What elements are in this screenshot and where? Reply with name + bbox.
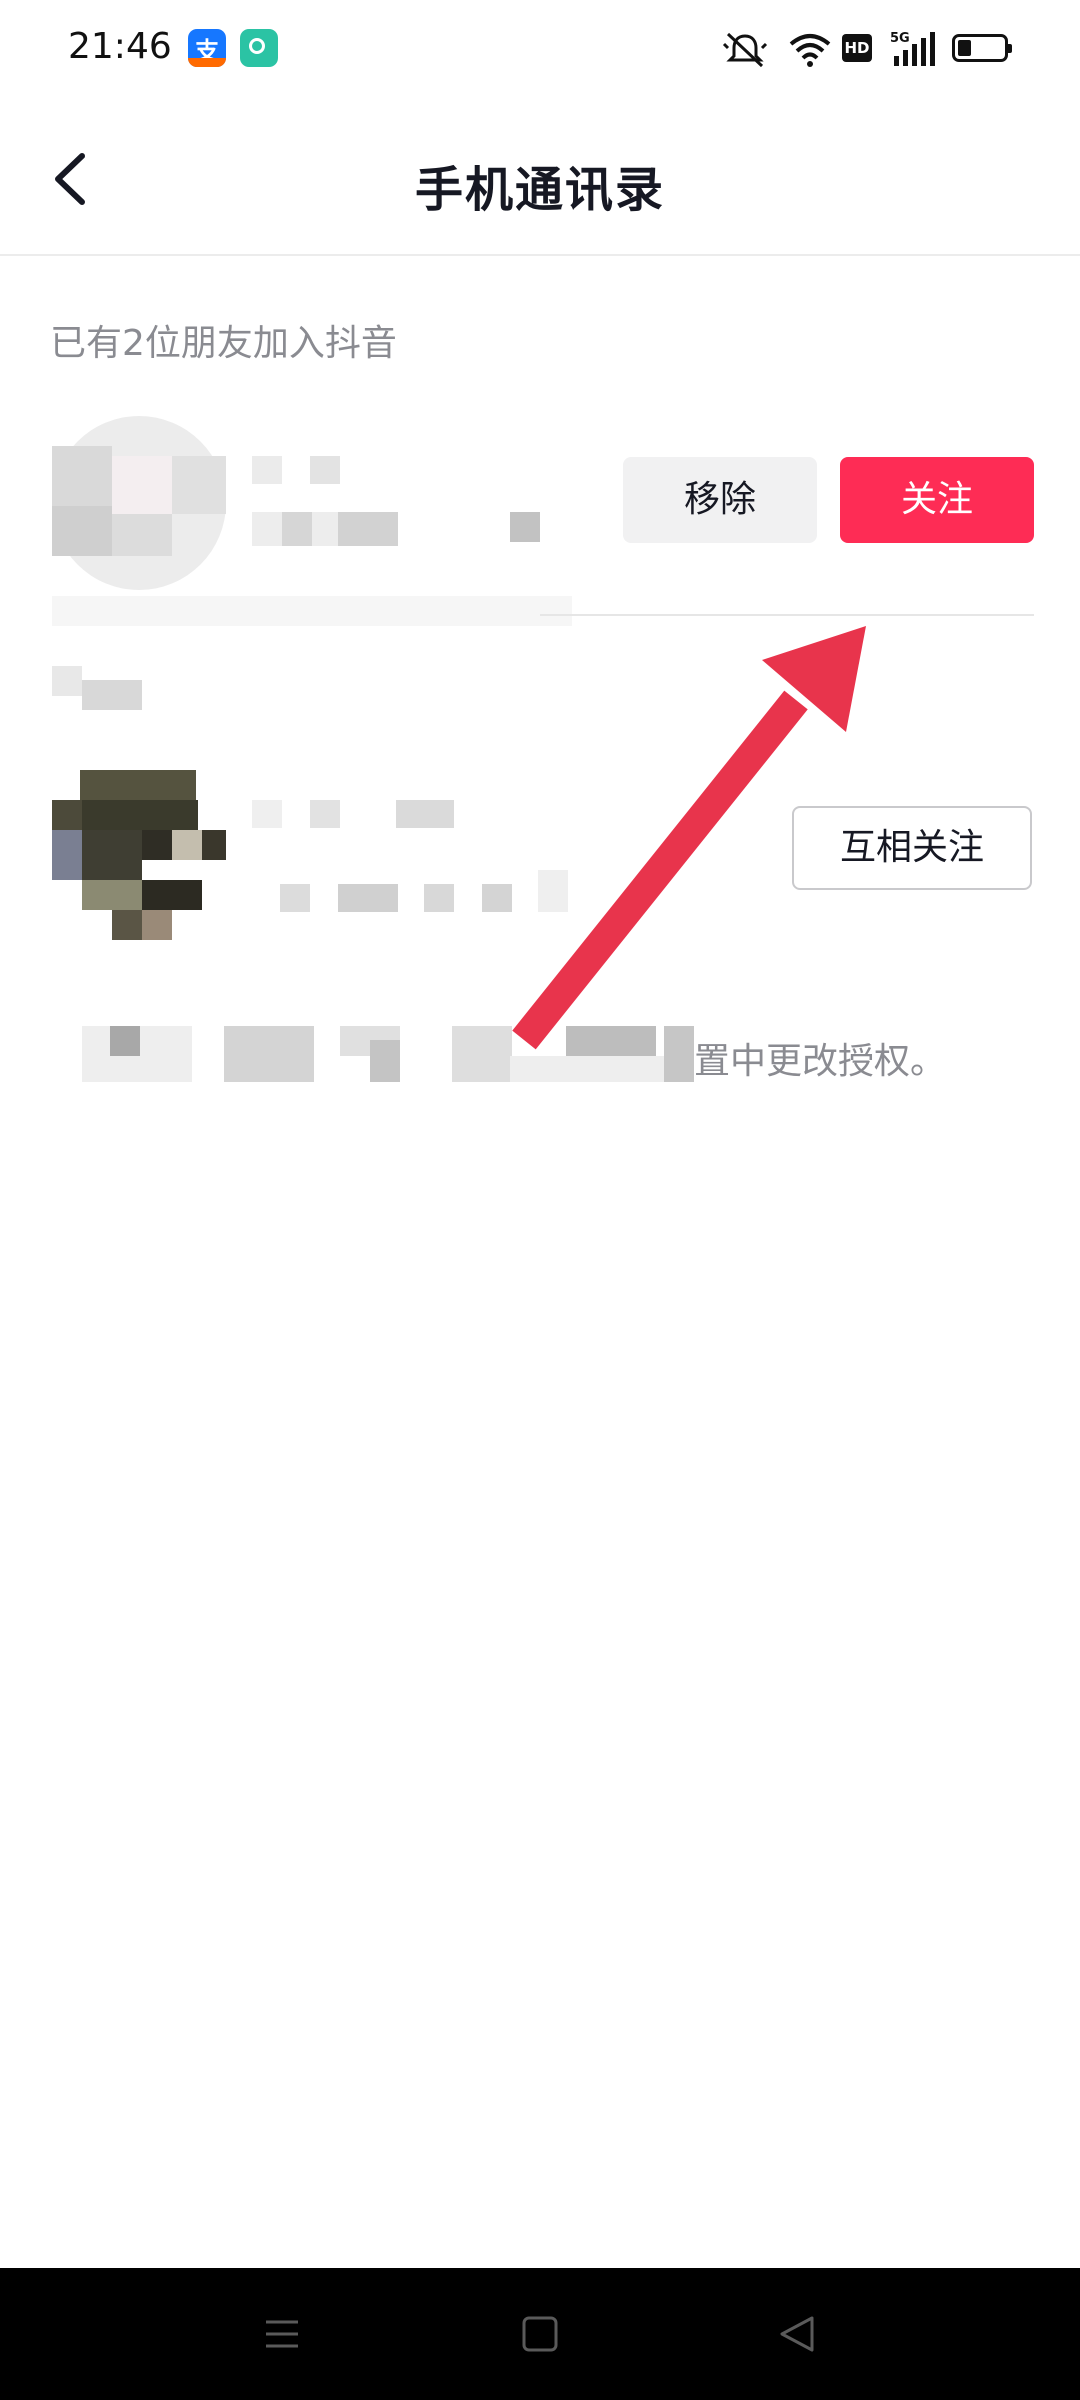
wifi-icon: [789, 34, 831, 67]
mutual-follow-button[interactable]: 互相关注: [792, 806, 1032, 890]
follow-button[interactable]: 关注: [840, 457, 1034, 543]
back-triangle-icon[interactable]: [768, 2304, 828, 2364]
hd-icon: HD: [842, 34, 872, 62]
top-nav-header: 手机通讯录: [0, 100, 1080, 256]
mute-icon: [722, 32, 768, 68]
system-nav-bar: [0, 2268, 1080, 2400]
battery-icon: [952, 34, 1012, 62]
signal-5g-icon: 5G: [890, 31, 935, 66]
footer-note: 置中更改授权。: [694, 1041, 947, 1082]
section-label: 已有2位朋友加入抖音: [50, 323, 397, 364]
page-title: 手机通讯录: [414, 162, 665, 218]
home-icon[interactable]: [510, 2304, 570, 2364]
remove-button[interactable]: 移除: [623, 457, 817, 543]
green-app-icon: [240, 29, 278, 67]
status-time: 21:46: [68, 26, 172, 67]
svg-text:5G: 5G: [890, 31, 910, 46]
menu-icon[interactable]: [252, 2304, 312, 2364]
avatar-blurred[interactable]: [52, 416, 226, 590]
avatar-blurred[interactable]: [52, 770, 226, 940]
alipay-icon: 支: [188, 29, 226, 67]
status-bar: 21:46 支 HD 5G: [0, 0, 1080, 100]
row-divider: [540, 614, 1034, 616]
